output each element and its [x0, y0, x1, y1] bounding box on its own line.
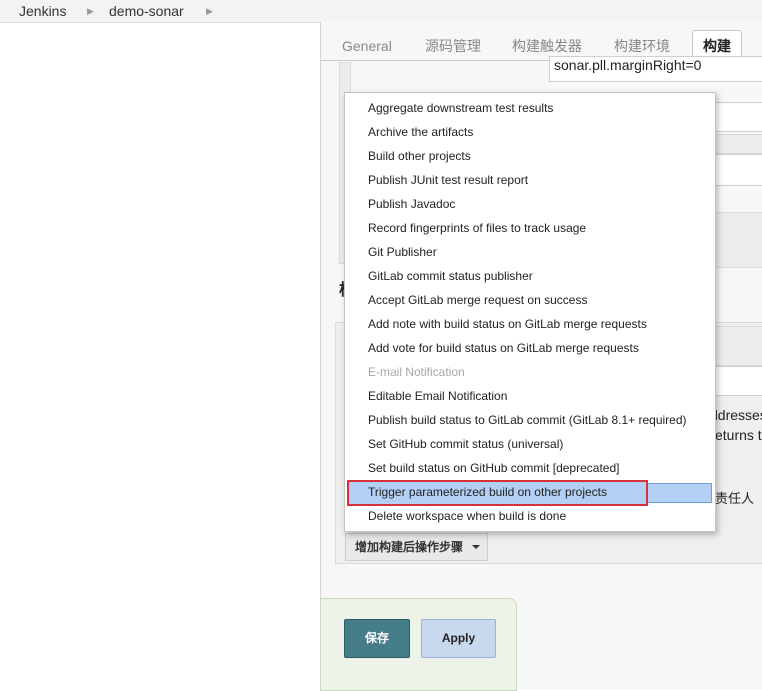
menu-item-gitlab-commit-status[interactable]: GitLab commit status publisher: [368, 265, 533, 287]
highlight-tail: [644, 483, 712, 503]
chevron-right-icon: ▶: [87, 6, 94, 16]
menu-item-add-vote-gitlab[interactable]: Add vote for build status on GitLab merg…: [368, 337, 639, 359]
text-fragment: 责任人: [715, 491, 755, 506]
field-row-bg: [715, 212, 762, 268]
menu-item-email-notification: E-mail Notification: [368, 365, 465, 379]
text-fragment: ddresses: [710, 407, 762, 423]
menu-item-add-note-gitlab[interactable]: Add note with build status on GitLab mer…: [368, 313, 647, 335]
menu-item-aggregate-test-results[interactable]: Aggregate downstream test results: [368, 97, 553, 119]
menu-item-publish-junit[interactable]: Publish JUnit test result report: [368, 169, 528, 191]
menu-item-github-build-status-deprecated[interactable]: Set build status on GitHub commit [depre…: [368, 457, 619, 479]
menu-item-git-publisher[interactable]: Git Publisher: [368, 241, 437, 263]
menu-item-publish-gitlab-status[interactable]: Publish build status to GitLab commit (G…: [368, 409, 687, 431]
apply-button[interactable]: Apply: [421, 619, 496, 658]
tab-source-code[interactable]: 源码管理: [425, 32, 481, 60]
menu-item-trigger-parameterized-build[interactable]: Trigger parameterized build on other pro…: [368, 481, 607, 503]
menu-item-accept-gitlab-merge[interactable]: Accept GitLab merge request on success: [368, 289, 587, 311]
sonar-field-text: sonar.pll.marginRight=0: [554, 57, 702, 73]
breadcrumb: Jenkins ▶ demo-sonar ▶: [0, 0, 762, 23]
menu-item-publish-javadoc[interactable]: Publish Javadoc: [368, 193, 455, 215]
sonar-properties-field[interactable]: sonar.pll.marginRight=0: [549, 56, 762, 82]
add-post-build-step-label: 增加构建后操作步骤: [355, 540, 464, 554]
text-fragment: eturns t: [715, 427, 762, 443]
menu-item-delete-workspace[interactable]: Delete workspace when build is done: [368, 505, 566, 527]
menu-item-build-other-projects[interactable]: Build other projects: [368, 145, 471, 167]
chevron-right-icon: ▶: [206, 6, 213, 16]
breadcrumb-demo-sonar[interactable]: demo-sonar: [109, 3, 184, 19]
field-3[interactable]: [715, 366, 762, 396]
tab-general[interactable]: General: [342, 32, 392, 60]
breadcrumb-jenkins[interactable]: Jenkins: [19, 3, 66, 19]
add-post-build-step-button[interactable]: 增加构建后操作步骤: [345, 533, 488, 561]
field-row-bg: [715, 134, 762, 154]
save-button[interactable]: 保存: [344, 619, 410, 658]
field-1[interactable]: [715, 102, 762, 132]
menu-item-github-commit-status[interactable]: Set GitHub commit status (universal): [368, 433, 563, 455]
menu-item-archive-artifacts[interactable]: Archive the artifacts: [368, 121, 473, 143]
field-row-bg: [715, 326, 762, 366]
menu-item-record-fingerprints[interactable]: Record fingerprints of files to track us…: [368, 217, 586, 239]
caret-down-icon: [472, 545, 480, 549]
post-build-actions-menu: Aggregate downstream test results Archiv…: [344, 92, 716, 532]
field-2[interactable]: [715, 154, 762, 186]
menu-item-editable-email[interactable]: Editable Email Notification: [368, 385, 507, 407]
